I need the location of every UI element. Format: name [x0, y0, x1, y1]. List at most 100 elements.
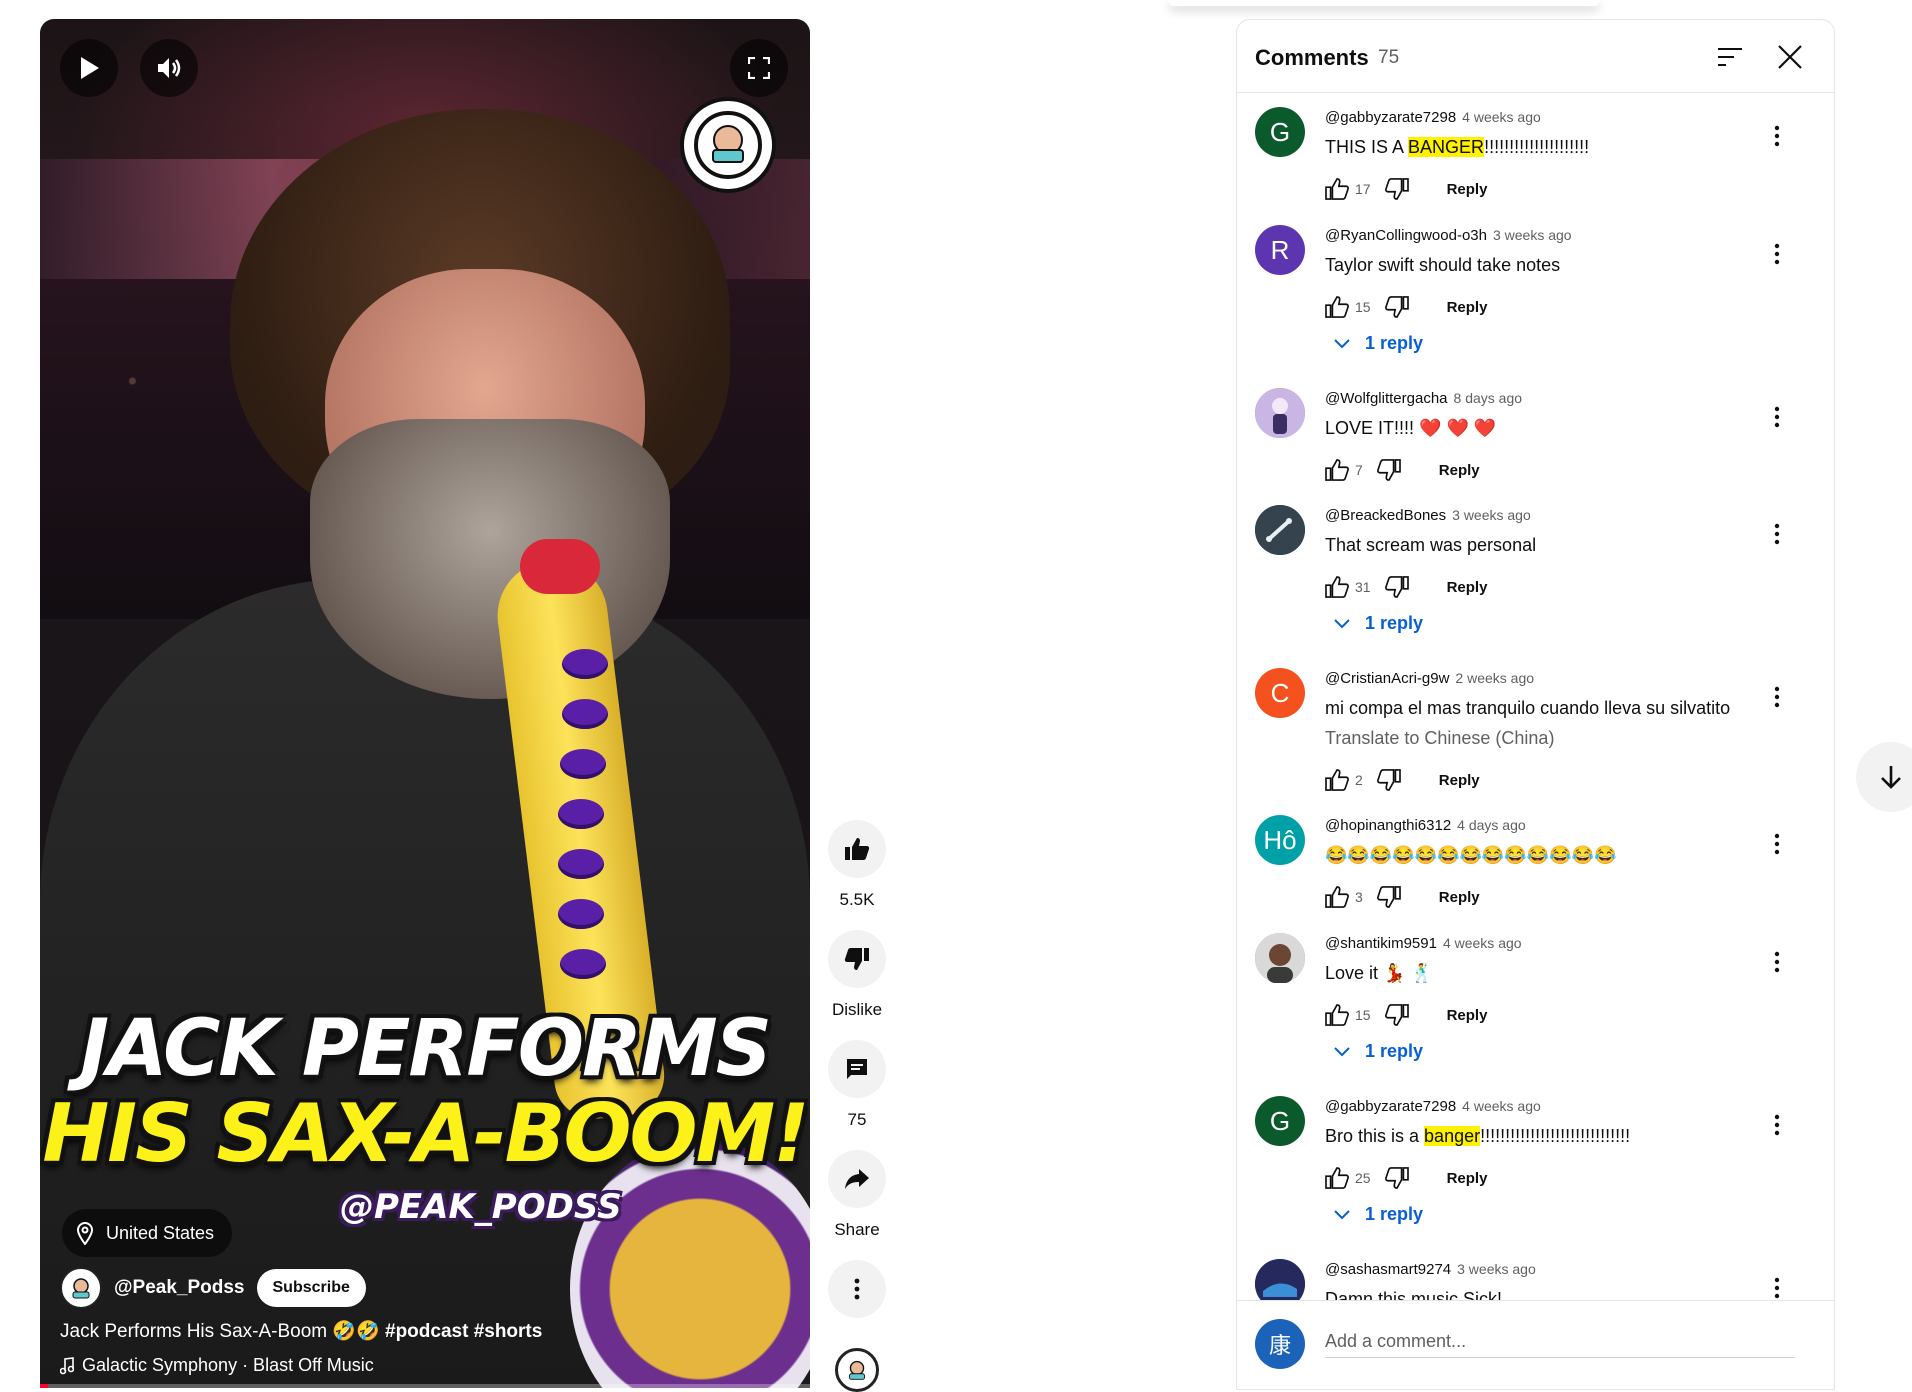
comment-author[interactable]: @RyanCollingwood-o3h [1325, 227, 1487, 244]
play-button[interactable] [60, 39, 118, 97]
comments-action[interactable]: 75 [827, 1040, 887, 1130]
thumbs-up-outline-icon[interactable] [1325, 576, 1349, 598]
comment-avatar[interactable]: G [1255, 107, 1305, 157]
comment-reply-button[interactable]: Reply [1447, 579, 1488, 596]
thumbs-up-outline-icon[interactable] [1325, 886, 1349, 908]
video-music[interactable]: Galactic Symphony · Blast Off Music [60, 1355, 374, 1376]
comment-time[interactable]: 3 weeks ago [1493, 227, 1572, 243]
comment-reply-button[interactable]: Reply [1447, 1170, 1488, 1187]
video-overlay-title-line1: JACK PERFORMS [80, 1004, 772, 1094]
view-replies-button[interactable]: 1 reply [1333, 1041, 1423, 1062]
comment-more-button[interactable] [1765, 1273, 1789, 1303]
comment-count: 75 [847, 1110, 867, 1129]
comment-avatar[interactable] [1255, 505, 1305, 555]
comment-time[interactable]: 3 weeks ago [1452, 507, 1531, 523]
comment-time[interactable]: 4 weeks ago [1462, 109, 1541, 125]
more-options-button[interactable] [828, 1260, 886, 1318]
share-button[interactable] [828, 1150, 886, 1208]
comment-more-button[interactable] [1765, 121, 1789, 151]
view-replies-button[interactable]: 1 reply [1333, 613, 1423, 634]
thumbs-up-outline-icon[interactable] [1325, 1004, 1349, 1026]
music-label: Galactic Symphony · Blast Off Music [82, 1355, 374, 1375]
thumbs-up-outline-icon[interactable] [1325, 459, 1349, 481]
sort-button[interactable] [1717, 46, 1743, 73]
comment-author[interactable]: @hopinangthi6312 [1325, 817, 1451, 834]
dislike-button[interactable] [828, 930, 886, 988]
thumbs-up-outline-icon[interactable] [1325, 769, 1349, 791]
comment-author[interactable]: @gabbyzarate7298 [1325, 1098, 1456, 1115]
comment-author[interactable]: @gabbyzarate7298 [1325, 109, 1456, 126]
comment-time[interactable]: 8 days ago [1454, 390, 1523, 406]
fullscreen-button[interactable] [730, 39, 788, 97]
short-video-player[interactable]: JACK PERFORMS HIS SAX-A-BOOM! @PEAK_PODS… [40, 19, 810, 1388]
comment-author[interactable]: @CristianAcri-g9w [1325, 670, 1449, 687]
more-action[interactable] [827, 1260, 887, 1318]
comment-more-button[interactable] [1765, 829, 1789, 859]
view-replies-button[interactable]: 1 reply [1333, 1204, 1423, 1225]
thumbs-down-outline-icon[interactable] [1376, 886, 1401, 908]
sound-source-action[interactable] [827, 1348, 887, 1392]
thumbs-down-outline-icon[interactable] [1384, 178, 1409, 200]
my-avatar[interactable]: 康 [1255, 1319, 1305, 1369]
channel-name[interactable]: @Peak_Podss [114, 1277, 245, 1299]
comment-more-button[interactable] [1765, 682, 1789, 712]
comments-button[interactable] [828, 1040, 886, 1098]
comment-reply-button[interactable]: Reply [1439, 462, 1480, 479]
share-action[interactable]: Share [827, 1150, 887, 1240]
top-popup-shadow [1168, 0, 1600, 6]
translate-link[interactable]: Translate to Chinese (China) [1325, 728, 1554, 749]
comment-author[interactable]: @BreackedBones [1325, 507, 1446, 524]
like-action[interactable]: 5.5K [827, 820, 887, 910]
comment-more-button[interactable] [1765, 402, 1789, 432]
next-video-button[interactable] [1856, 742, 1912, 812]
dislike-action[interactable]: Dislike [827, 930, 887, 1020]
comment-avatar[interactable]: C [1255, 668, 1305, 718]
channel-avatar[interactable] [60, 1267, 102, 1309]
comment-reply-button[interactable]: Reply [1439, 772, 1480, 789]
thumbs-down-outline-icon[interactable] [1384, 576, 1409, 598]
volume-button[interactable] [140, 39, 198, 97]
comment-avatar[interactable] [1255, 388, 1305, 438]
thumbs-down-outline-icon[interactable] [1376, 459, 1401, 481]
comment-reply-button[interactable]: Reply [1439, 889, 1480, 906]
comment-author[interactable]: @shantikim9591 [1325, 935, 1437, 952]
comment-reply-button[interactable]: Reply [1447, 1007, 1488, 1024]
comment-avatar[interactable]: R [1255, 225, 1305, 275]
subscribe-button[interactable]: Subscribe [256, 1269, 366, 1307]
comment-more-button[interactable] [1765, 947, 1789, 977]
thumbs-up-outline-icon[interactable] [1325, 178, 1349, 200]
thumbs-up-outline-icon[interactable] [1325, 296, 1349, 318]
comment-avatar[interactable]: Hô [1255, 815, 1305, 865]
comment-time[interactable]: 2 weeks ago [1455, 670, 1534, 686]
video-progress-bar[interactable] [40, 1384, 810, 1388]
thumbs-down-outline-icon[interactable] [1384, 296, 1409, 318]
comment-avatar[interactable]: G [1255, 1096, 1305, 1146]
comment-reply-button[interactable]: Reply [1447, 299, 1488, 316]
comment-author[interactable]: @sashasmart9274 [1325, 1261, 1451, 1278]
thumbs-down-outline-icon[interactable] [1384, 1167, 1409, 1189]
comment-time[interactable]: 4 weeks ago [1443, 935, 1522, 951]
add-comment-input[interactable] [1325, 1325, 1795, 1358]
location-chip[interactable]: United States [62, 1209, 233, 1257]
sound-source-avatar[interactable] [835, 1348, 879, 1392]
comment-more-button[interactable] [1765, 239, 1789, 269]
close-comments-button[interactable] [1777, 44, 1803, 75]
comment-more-button[interactable] [1765, 1110, 1789, 1140]
thumbs-up-outline-icon[interactable] [1325, 1167, 1349, 1189]
comment-avatar[interactable] [1255, 933, 1305, 983]
comment-reply-button[interactable]: Reply [1447, 181, 1488, 198]
view-replies-button[interactable]: 1 reply [1333, 333, 1423, 354]
video-title[interactable]: Jack Performs His Sax-A-Boom 🤣🤣 #podcast… [60, 1319, 542, 1343]
comment-time[interactable]: 4 weeks ago [1462, 1098, 1541, 1114]
comment-time[interactable]: 4 days ago [1457, 817, 1526, 833]
thumbs-down-outline-icon[interactable] [1376, 769, 1401, 791]
comment-time[interactable]: 3 weeks ago [1457, 1261, 1536, 1277]
video-title-hashtags[interactable]: #podcast #shorts [385, 1321, 542, 1342]
peakpods-logo-icon [694, 111, 762, 179]
like-button[interactable] [828, 820, 886, 878]
comment-more-button[interactable] [1765, 519, 1789, 549]
comment-author[interactable]: @Wolfglittergacha [1325, 390, 1448, 407]
video-progress-fill [40, 1384, 48, 1388]
thumbs-down-outline-icon[interactable] [1384, 1004, 1409, 1026]
comment-meta: @Wolfglittergacha 8 days ago [1325, 390, 1522, 407]
